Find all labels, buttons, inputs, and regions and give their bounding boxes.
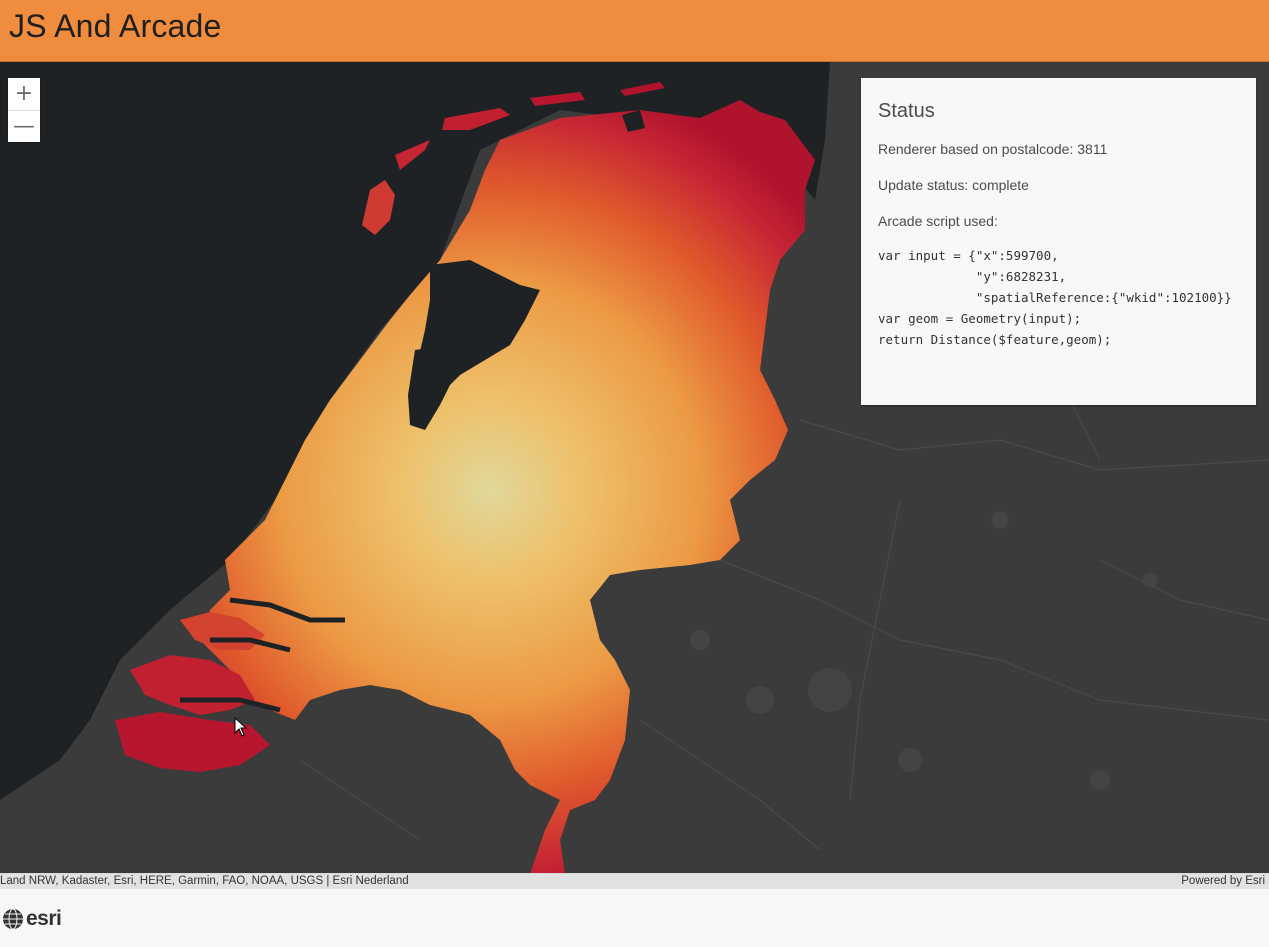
update-status-text: Update status: complete — [878, 177, 1029, 193]
status-heading: Status — [878, 100, 935, 122]
app-header: JS And Arcade — [0, 0, 1269, 62]
app-title: JS And Arcade — [9, 8, 222, 44]
zoom-control: + — — [8, 78, 40, 142]
map-attribution: Land NRW, Kadaster, Esri, HERE, Garmin, … — [0, 873, 1269, 889]
mouse-cursor-icon — [234, 717, 248, 737]
zoom-out-button[interactable]: — — [8, 110, 40, 142]
status-panel: Status Renderer based on postalcode: 381… — [861, 78, 1256, 405]
esri-logo[interactable]: esri — [2, 907, 62, 931]
globe-icon — [3, 908, 23, 930]
powered-by-link[interactable]: Powered by Esri — [1181, 873, 1265, 889]
renderer-text: Renderer based on postalcode: 3811 — [878, 141, 1108, 157]
attribution-sources: Land NRW, Kadaster, Esri, HERE, Garmin, … — [0, 875, 409, 887]
footer: esri — [0, 889, 1269, 947]
map-view[interactable]: + — Status Renderer based on postalcode:… — [0, 62, 1269, 874]
esri-wordmark: esri — [26, 907, 62, 930]
arcade-script-code: var input = {"x":599700, "y":6828231, "s… — [878, 248, 1232, 347]
zoom-in-button[interactable]: + — [8, 78, 40, 110]
arcade-script-label: Arcade script used: — [878, 213, 998, 229]
